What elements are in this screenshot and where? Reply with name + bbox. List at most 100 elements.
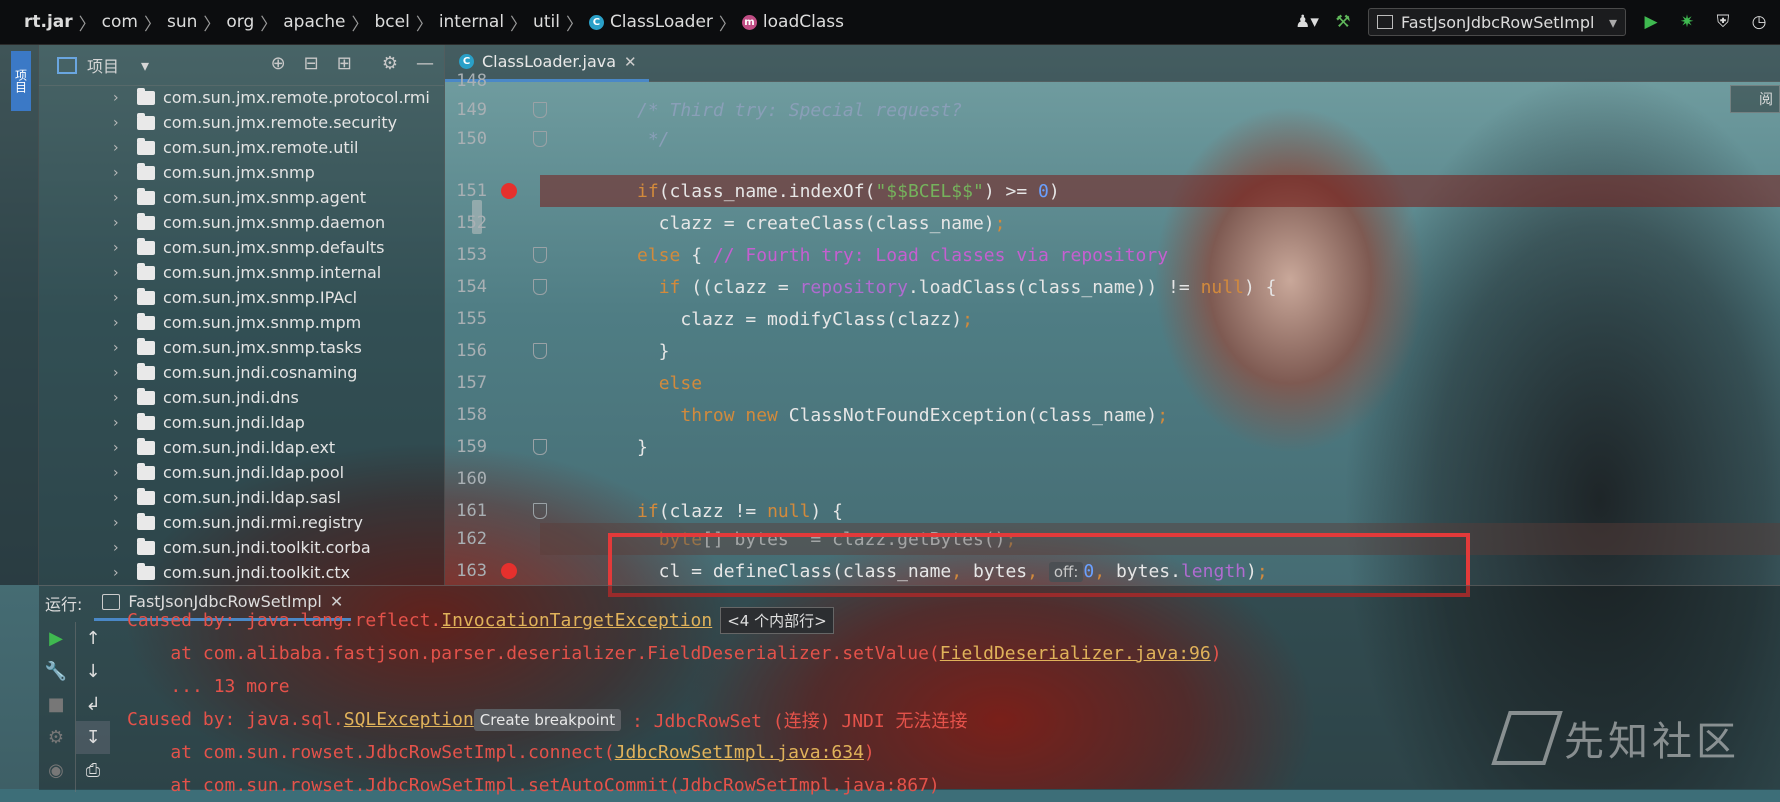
breadcrumb-method[interactable]: loadClass [763, 12, 844, 32]
fold-icon[interactable] [533, 247, 547, 263]
chevron-down-icon[interactable]: ▾ [141, 56, 149, 75]
chevron-right-icon[interactable]: › [113, 490, 129, 506]
console-link[interactable]: SQLException [344, 709, 474, 730]
tree-item[interactable]: › com.sun.jndi.ldap [39, 410, 444, 435]
chevron-right-icon[interactable]: › [113, 340, 129, 356]
fold-icon[interactable] [533, 503, 547, 519]
console-output[interactable]: Caused by: java.lang.reflect. InvocationT… [127, 607, 1222, 802]
chevron-right-icon[interactable]: › [113, 215, 129, 231]
collapse-all-icon[interactable]: ⊞ [337, 53, 352, 74]
tree-item[interactable]: › com.sun.jmx.snmp.tasks [39, 335, 444, 360]
chevron-right-icon[interactable]: › [113, 265, 129, 281]
chevron-right-icon[interactable]: › [113, 290, 129, 306]
console-link[interactable]: JdbcRowSetImpl.java:634 [615, 742, 864, 763]
code-line: 150 */ [445, 123, 1780, 155]
fold-icon[interactable] [533, 102, 547, 118]
fold-icon[interactable] [533, 279, 547, 295]
tree-item[interactable]: › com.sun.jmx.snmp.daemon [39, 210, 444, 235]
run-icon[interactable]: ▶ [1640, 11, 1662, 33]
fold-icon[interactable] [533, 439, 547, 455]
console-link[interactable]: FieldDeserializer.java:96 [940, 643, 1211, 664]
gear-icon[interactable]: ⚙ [382, 53, 398, 74]
chevron-right-icon[interactable]: › [113, 115, 129, 131]
tree-item[interactable]: › com.sun.jmx.snmp.defaults [39, 235, 444, 260]
stop-icon[interactable]: ■ [39, 688, 73, 721]
camera-icon[interactable]: ◉ [39, 754, 73, 787]
chevron-right-icon[interactable]: › [113, 240, 129, 256]
breadcrumb-class[interactable]: ClassLoader [610, 12, 713, 32]
soft-wrap-icon[interactable]: ↲ [76, 688, 110, 721]
breadcrumb-item[interactable]: com [102, 12, 138, 32]
chevron-right-icon[interactable]: › [113, 315, 129, 331]
print-icon[interactable]: ⎙ [76, 754, 110, 787]
tree-item-label: com.sun.jndi.ldap.pool [163, 463, 345, 482]
breakpoint-icon[interactable] [501, 183, 517, 199]
chevron-right-icon: 〉 [415, 14, 433, 35]
tree-item[interactable]: › com.sun.jmx.snmp.mpm [39, 310, 444, 335]
project-tool-tab[interactable]: 项目 [11, 51, 31, 111]
tree-item[interactable]: › com.sun.jndi.ldap.ext [39, 435, 444, 460]
breadcrumb-item[interactable]: sun [167, 12, 197, 32]
chevron-right-icon[interactable]: › [113, 440, 129, 456]
debug-icon[interactable]: ✷ [1676, 11, 1698, 33]
chevron-right-icon[interactable]: › [113, 540, 129, 556]
code-area[interactable]: 148 149 /* Third try: Special request? 1… [445, 71, 1780, 585]
chevron-right-icon[interactable]: › [113, 390, 129, 406]
chevron-right-icon[interactable]: › [113, 190, 129, 206]
chevron-right-icon[interactable]: › [113, 465, 129, 481]
tree-item[interactable]: › com.sun.jndi.cosnaming [39, 360, 444, 385]
minimize-icon[interactable]: — [416, 53, 434, 74]
breadcrumb-item[interactable]: bcel [374, 12, 409, 32]
folded-lines-chip[interactable]: <4 个内部行> [720, 607, 834, 634]
project-panel-title[interactable]: 项目 [87, 53, 119, 77]
scroll-to-end-icon[interactable]: ↧ [76, 721, 110, 754]
tree-item[interactable]: › com.sun.jmx.remote.util [39, 135, 444, 160]
breadcrumb-item[interactable]: rt.jar [24, 12, 73, 32]
wrench-icon[interactable]: 🔧 [39, 655, 73, 688]
tree-item[interactable]: › com.sun.jndi.rmi.registry [39, 510, 444, 535]
folder-icon [137, 212, 155, 230]
tree-item[interactable]: › com.sun.jmx.snmp.IPAcl [39, 285, 444, 310]
coverage-icon[interactable]: ⛨ [1712, 11, 1734, 33]
chevron-right-icon[interactable]: › [113, 365, 129, 381]
arrow-up-icon[interactable]: ↑ [76, 622, 110, 655]
breakpoint-icon[interactable] [501, 563, 517, 579]
folder-icon [137, 387, 155, 405]
tree-item[interactable]: › com.sun.jmx.snmp.agent [39, 185, 444, 210]
fold-icon[interactable] [533, 131, 547, 147]
tree-item-label: com.sun.jndi.rmi.registry [163, 513, 363, 532]
chevron-right-icon[interactable]: › [113, 165, 129, 181]
fold-icon[interactable] [533, 343, 547, 359]
tree-item[interactable]: › com.sun.jndi.ldap.sasl [39, 485, 444, 510]
hammer-icon[interactable]: ⚒ [1332, 11, 1354, 33]
rerun-icon[interactable]: ▶ [39, 622, 73, 655]
run-config-select[interactable]: FastJsonJdbcRowSetImpl ▾ [1368, 8, 1626, 36]
console-link[interactable]: InvocationTargetException [441, 610, 712, 631]
arrow-down-icon[interactable]: ↓ [76, 655, 110, 688]
tree-item[interactable]: › com.sun.jmx.remote.protocol.rmi [39, 85, 444, 110]
locate-icon[interactable]: ⊕ [271, 53, 286, 74]
breadcrumb-item[interactable]: util [533, 12, 560, 32]
tree-item[interactable]: › com.sun.jmx.snmp [39, 160, 444, 185]
profile-icon[interactable]: ◷ [1748, 11, 1770, 33]
user-icon[interactable]: ♟▾ [1295, 11, 1319, 33]
chevron-right-icon[interactable]: › [113, 90, 129, 106]
tree-item[interactable]: › com.sun.jndi.toolkit.corba [39, 535, 444, 560]
chevron-right-icon[interactable]: › [113, 140, 129, 156]
breadcrumb-item[interactable]: internal [439, 12, 504, 32]
chevron-right-icon[interactable]: › [113, 565, 129, 581]
tree-item[interactable]: › com.sun.jndi.ldap.pool [39, 460, 444, 485]
tree-item[interactable]: › com.sun.jndi.toolkit.ctx [39, 560, 444, 585]
settings-icon[interactable]: ⚙ [39, 721, 73, 754]
tree-item[interactable]: › com.sun.jmx.snmp.internal [39, 260, 444, 285]
expand-all-icon[interactable]: ⊟ [304, 53, 319, 74]
tree-item[interactable]: › com.sun.jndi.dns [39, 385, 444, 410]
create-breakpoint-button[interactable]: Create breakpoint [473, 708, 622, 731]
chevron-right-icon[interactable]: › [113, 415, 129, 431]
breadcrumb-item[interactable]: apache [283, 12, 345, 32]
code-line: 160 [445, 463, 1780, 495]
breadcrumb-item[interactable]: org [226, 12, 254, 32]
chevron-right-icon[interactable]: › [113, 515, 129, 531]
chevron-right-icon: 〉 [260, 14, 278, 35]
tree-item[interactable]: › com.sun.jmx.remote.security [39, 110, 444, 135]
